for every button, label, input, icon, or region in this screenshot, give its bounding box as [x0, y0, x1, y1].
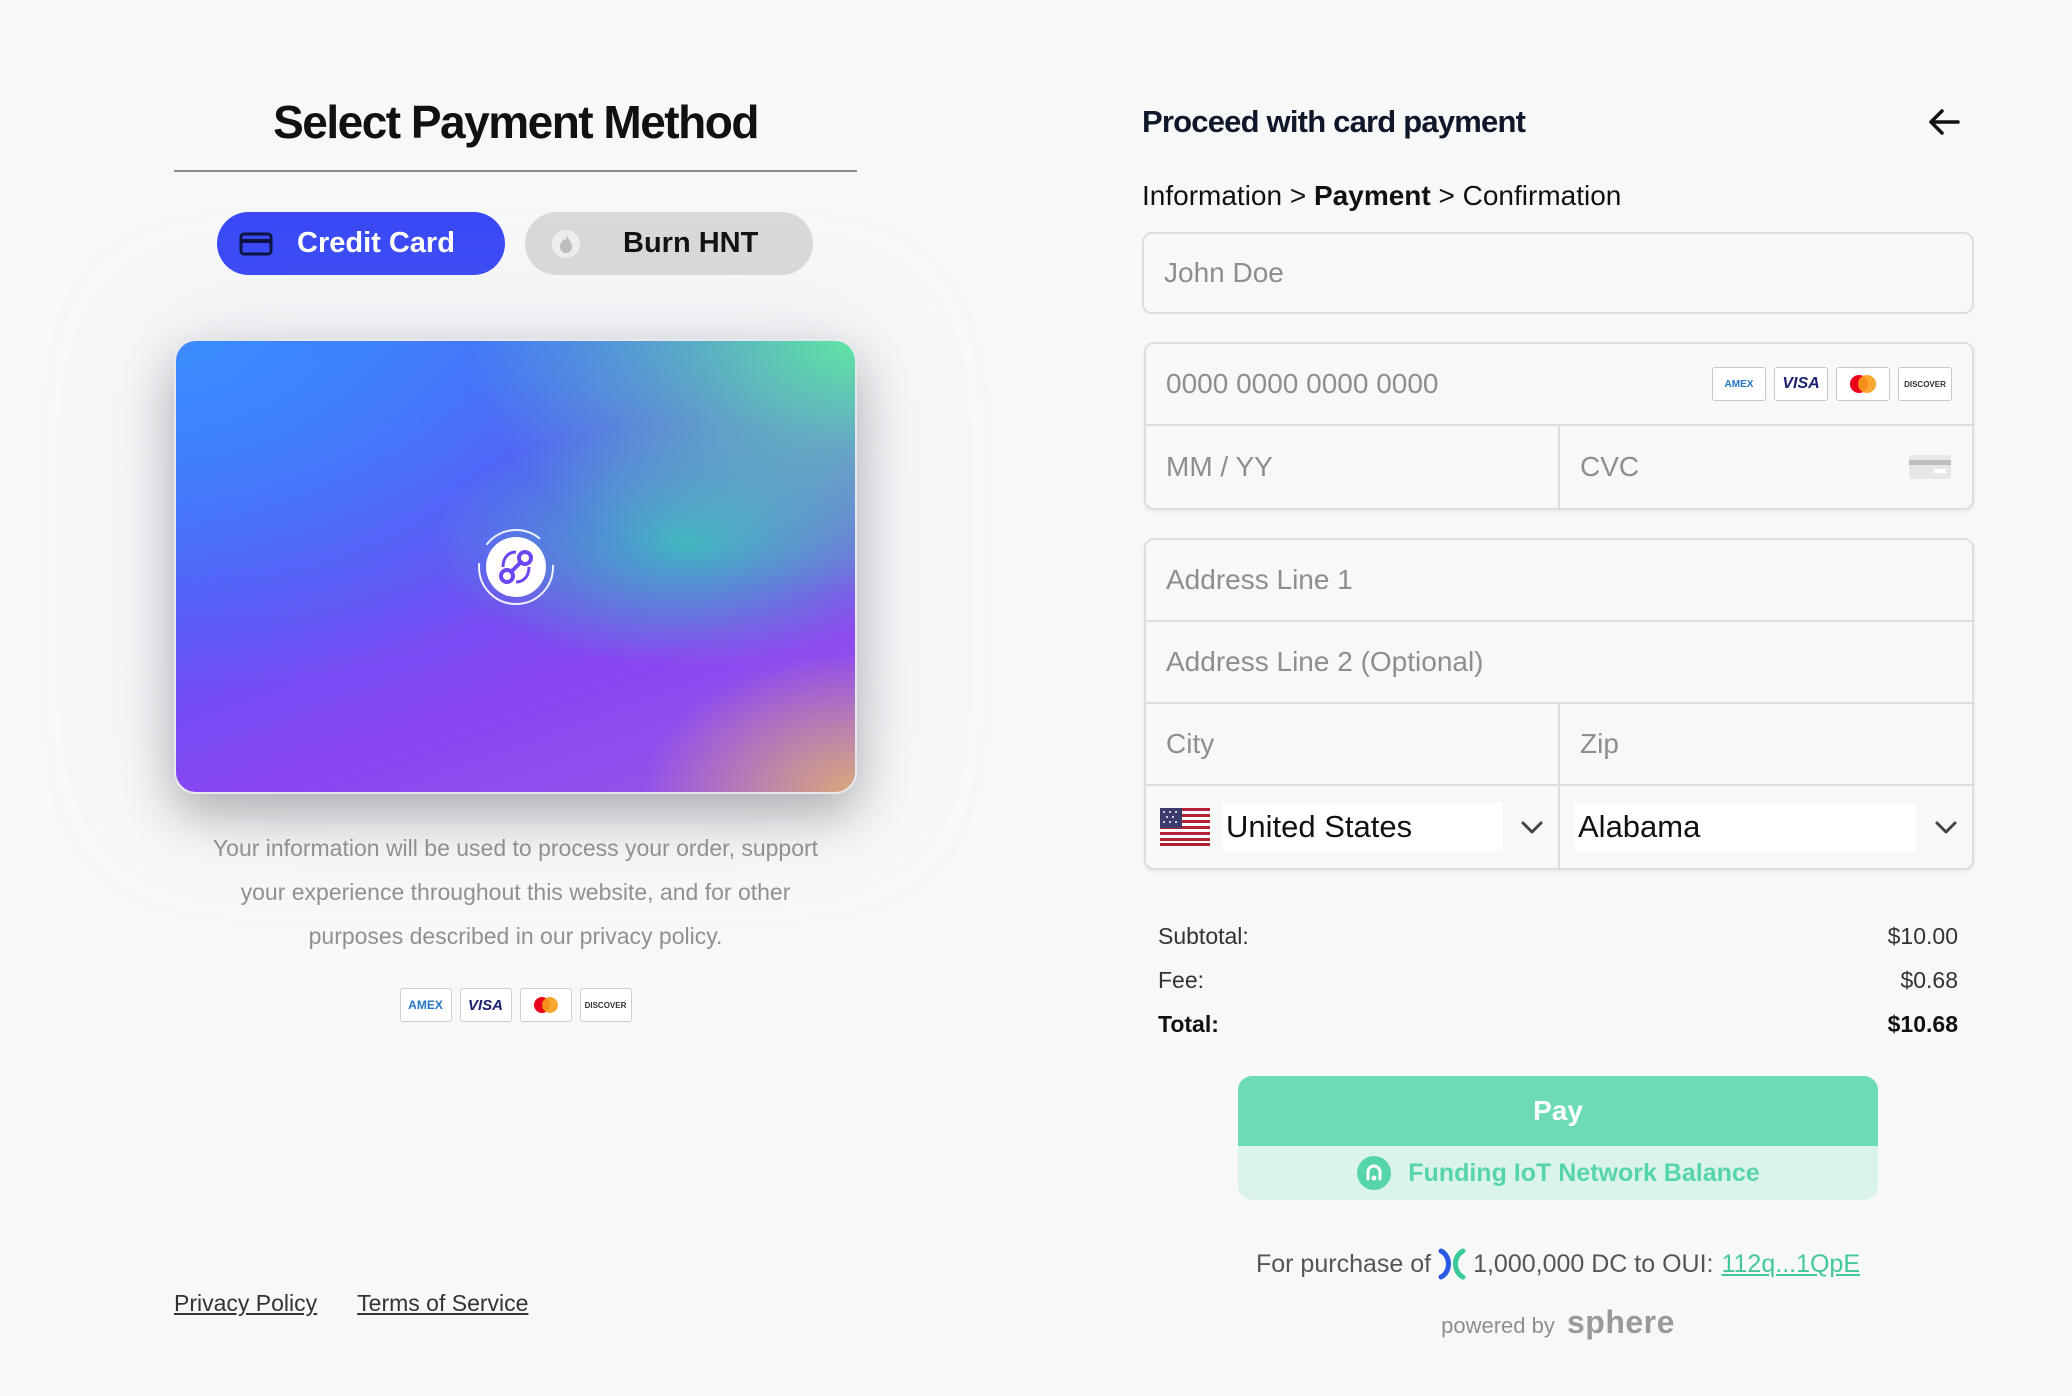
fee-row: Fee: $0.68 [1158, 966, 1958, 993]
oui-link[interactable]: 112q...1QpE [1721, 1250, 1860, 1279]
fee-value: $0.68 [1900, 966, 1958, 993]
expiry-cvc-row: MM / YY CVC [1146, 426, 1972, 508]
privacy-policy-link[interactable]: Privacy Policy [174, 1290, 317, 1317]
country-select[interactable]: United States [1146, 786, 1558, 868]
purchase-info: For purchase of 1,000,000 DC to OUI: 112… [1142, 1248, 1974, 1280]
us-flag-icon [1160, 808, 1210, 846]
sphere-logo: sphere [1566, 1304, 1675, 1340]
funding-banner: Funding IoT Network Balance [1238, 1146, 1878, 1200]
card-number-field[interactable]: 0000 0000 0000 0000 AMEX VISA DISCOVER [1146, 344, 1972, 426]
burn-icon [551, 229, 581, 259]
tab-credit-card-label: Credit Card [297, 227, 455, 259]
card-preview [174, 339, 857, 794]
form-header: Proceed with card payment [1142, 100, 1974, 144]
chevron-down-icon [1521, 821, 1543, 834]
pay-button[interactable]: Pay [1238, 1076, 1878, 1146]
iot-network-icon [1357, 1156, 1392, 1190]
tab-burn-hnt-label: Burn HNT [623, 227, 759, 259]
mastercard-icon [1836, 367, 1890, 401]
card-payment-form: Proceed with card payment Information > … [1142, 100, 1974, 1341]
zip-field[interactable]: Zip [1558, 704, 1972, 786]
city-zip-row: City Zip [1146, 704, 1972, 786]
total-value: $10.68 [1887, 1010, 1958, 1037]
visa-icon: VISA [1774, 367, 1828, 401]
footer-links: Privacy Policy Terms of Service [174, 1290, 528, 1317]
state-select[interactable]: Alabama [1558, 786, 1972, 868]
back-arrow-icon[interactable] [1924, 102, 1964, 142]
name-placeholder: John Doe [1164, 257, 1284, 288]
discover-icon: DISCOVER [1898, 367, 1952, 401]
credit-card-icon [239, 231, 273, 257]
cvc-card-icon [1909, 455, 1951, 479]
step-confirmation: Confirmation [1462, 180, 1622, 211]
step-payment: Payment [1314, 180, 1431, 211]
accepted-cards: AMEX VISA DISCOVER [174, 988, 857, 1022]
subtotal-row: Subtotal: $10.00 [1158, 922, 1958, 949]
visa-icon: VISA [459, 988, 512, 1022]
country-state-row: United States Alabama [1146, 786, 1972, 868]
address-line1-field[interactable]: Address Line 1 [1146, 540, 1972, 622]
step-information: Information [1142, 180, 1283, 211]
total-row: Total: $10.68 [1158, 1010, 1958, 1037]
amex-icon: AMEX [399, 988, 452, 1022]
privacy-notice: Your information will be used to process… [212, 835, 819, 949]
payment-method-panel: Select Payment Method Credit Card Burn H… [174, 90, 857, 1022]
order-totals: Subtotal: $10.00 Fee: $0.68 Total: $10.6… [1142, 914, 1974, 1046]
funding-label: Funding IoT Network Balance [1408, 1158, 1760, 1187]
terms-of-service-link[interactable]: Terms of Service [357, 1290, 528, 1317]
tab-burn-hnt[interactable]: Burn HNT [525, 212, 813, 275]
city-field[interactable]: City [1146, 704, 1558, 786]
country-value: United States [1222, 803, 1502, 851]
card-details-group: 0000 0000 0000 0000 AMEX VISA DISCOVER M… [1144, 342, 1974, 510]
subtotal-value: $10.00 [1887, 922, 1958, 949]
discover-icon: DISCOVER [579, 988, 632, 1022]
amex-icon: AMEX [1712, 367, 1766, 401]
title-divider [174, 170, 857, 172]
form-title: Proceed with card payment [1142, 104, 1526, 139]
mastercard-icon [519, 988, 572, 1022]
name-field[interactable]: John Doe [1142, 232, 1974, 314]
chevron-down-icon [1935, 821, 1957, 834]
card-brand-icons: AMEX VISA DISCOVER [1712, 367, 1952, 401]
powered-by: powered by sphere [1441, 1304, 1675, 1340]
pay-section: Pay Funding IoT Network Balance [1238, 1076, 1878, 1200]
breadcrumb: Information > Payment > Confirmation [1142, 180, 1622, 211]
expiry-field[interactable]: MM / YY [1146, 426, 1558, 508]
data-credits-icon [1438, 1248, 1466, 1280]
page-title: Select Payment Method [273, 96, 759, 148]
cvc-field[interactable]: CVC [1558, 426, 1972, 508]
address-group: Address Line 1 Address Line 2 (Optional)… [1144, 538, 1974, 870]
address-line2-field[interactable]: Address Line 2 (Optional) [1146, 622, 1972, 704]
state-value: Alabama [1574, 803, 1916, 851]
tab-credit-card[interactable]: Credit Card [217, 212, 505, 275]
payment-method-tabs: Credit Card Burn HNT [174, 212, 857, 275]
helium-logo-icon [477, 528, 554, 605]
